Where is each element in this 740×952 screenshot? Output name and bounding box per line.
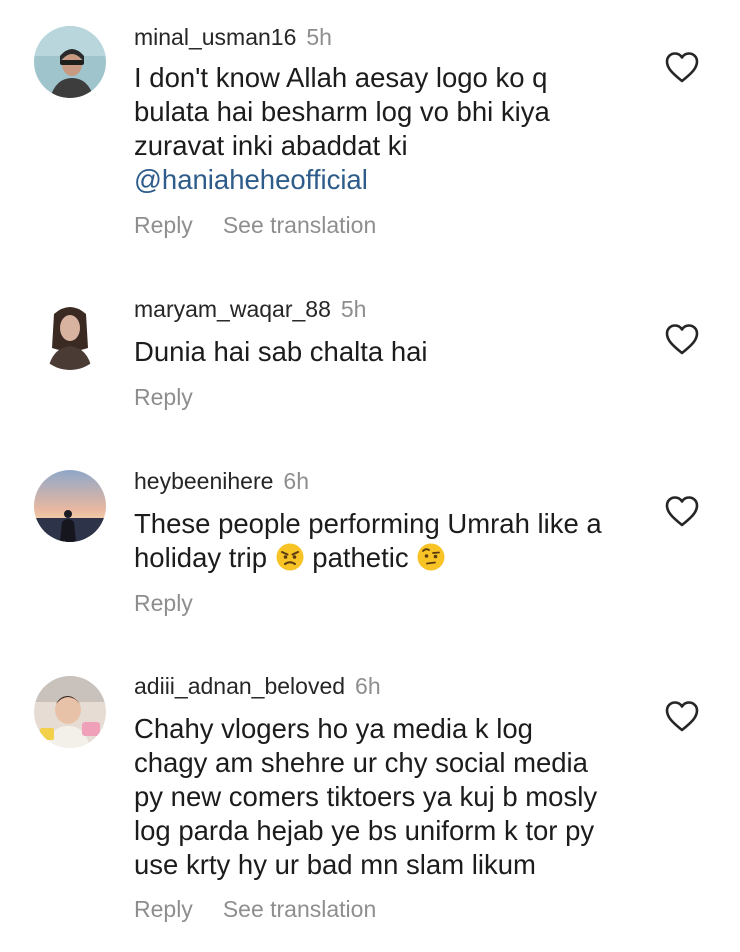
heart-outline-icon [665,52,699,83]
comment-line: I don't know Allah aesay logo ko q [134,62,548,93]
comment-text: These people performing Umrah like a hol… [134,507,654,575]
avatar[interactable] [34,676,106,748]
like-button[interactable] [664,494,700,528]
heart-outline-icon [665,701,699,732]
avatar[interactable] [34,470,106,542]
like-button[interactable] [664,50,700,84]
see-translation-button[interactable]: See translation [223,212,376,238]
comment-text: I don't know Allah aesay logo ko q bulat… [134,61,654,197]
timestamp: 6h [355,673,381,699]
comment-line: holiday trip pathetic [134,541,654,575]
comment-actions: Reply [134,590,193,617]
timestamp: 5h [306,24,332,50]
comment-meta: adiii_adnan_beloved 6h [134,672,381,700]
like-button[interactable] [664,322,700,356]
mention-link[interactable]: @haniaheheofficial [134,163,654,197]
comment-line: use krty hy ur bad mn slam likum [134,849,536,880]
heart-outline-icon [665,496,699,527]
comment-actions: Reply [134,384,193,411]
comment-line: Dunia hai sab chalta hai [134,336,428,367]
comment-meta: heybeenihere 6h [134,467,309,495]
comment-actions: Reply See translation [134,212,376,239]
see-translation-button[interactable]: See translation [223,896,376,922]
comment-meta: maryam_waqar_88 5h [134,295,366,323]
like-button[interactable] [664,699,700,733]
username[interactable]: adiii_adnan_beloved [134,673,345,699]
timestamp: 5h [340,296,367,322]
reply-button[interactable]: Reply [134,384,193,410]
comment-actions: Reply See translation [134,896,376,923]
comment-text: Chahy vlogers ho ya media k log chagy am… [134,712,654,882]
timestamp: 6h [283,468,309,494]
comment-text: Dunia hai sab chalta hai [134,335,654,369]
reply-button[interactable]: Reply [134,212,193,238]
comment-meta: minal_usman16 5h [134,23,332,51]
comment-line: log parda hejab ye bs uniform k tor py [134,815,595,846]
comment-fragment: pathetic [312,542,409,573]
reply-button[interactable]: Reply [134,896,193,922]
comment-line: zuravat inki abaddat ki [134,130,408,161]
comment-line: These people performing Umrah like a [134,508,602,539]
heart-outline-icon [665,324,699,355]
username[interactable]: maryam_waqar_88 [134,296,331,322]
comment-line: py new comers tiktoers ya kuj b mosly [134,781,598,812]
username[interactable]: minal_usman16 [134,24,296,50]
avatar[interactable] [34,26,106,98]
reply-button[interactable]: Reply [134,590,193,616]
face-with-raised-eyebrow-emoji [417,543,445,571]
username[interactable]: heybeenihere [134,468,273,494]
avatar[interactable] [34,298,106,370]
comment-line: chagy am shehre ur chy social media [134,747,588,778]
comment-line: bulata hai besharm log vo bhi kiya [134,96,550,127]
comment-line: Chahy vlogers ho ya media k log [134,713,533,744]
comment-fragment: holiday trip [134,542,267,573]
angry-face-emoji [276,543,304,571]
